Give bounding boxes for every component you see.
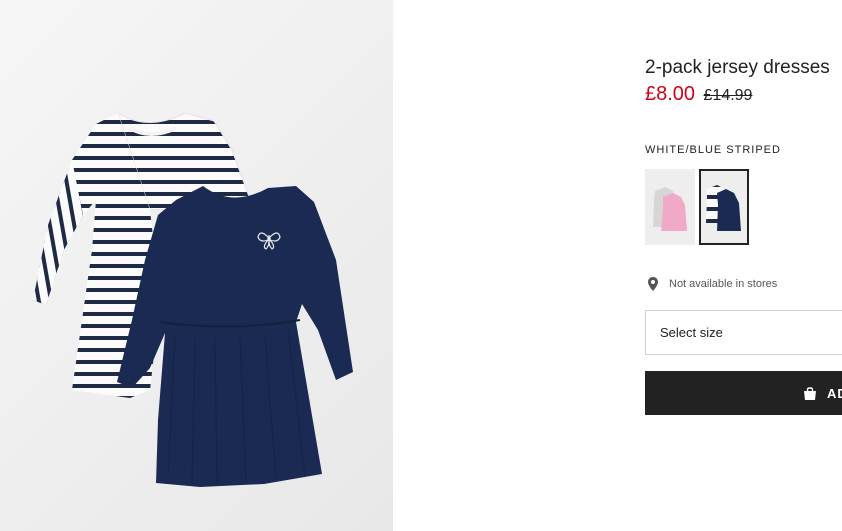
product-image bbox=[0, 0, 393, 531]
original-price: £14.99 bbox=[703, 87, 753, 104]
size-select-placeholder: Select size bbox=[660, 325, 723, 340]
shopping-bag-icon bbox=[804, 387, 816, 400]
color-name: WHITE/BLUE STRIPED bbox=[645, 144, 781, 156]
swatch-thumbnail-selected bbox=[701, 171, 747, 243]
color-swatch-white-blue-striped[interactable] bbox=[699, 169, 749, 245]
product-info-panel: 2-pack jersey dresses £8.00 £14.99 WHITE… bbox=[645, 0, 842, 531]
price-row: £8.00 £14.99 bbox=[645, 83, 752, 106]
color-swatch-grey-pink[interactable] bbox=[645, 169, 695, 245]
store-availability: Not available in stores bbox=[645, 276, 777, 292]
swatch-thumbnail bbox=[645, 169, 695, 245]
product-title: 2-pack jersey dresses bbox=[645, 57, 830, 78]
product-page: 2-pack jersey dresses £8.00 £14.99 WHITE… bbox=[0, 0, 842, 531]
dresses-illustration bbox=[33, 111, 353, 487]
size-select[interactable]: Select size bbox=[645, 310, 842, 355]
add-button-label: AD bbox=[827, 385, 842, 401]
location-pin-icon bbox=[648, 277, 658, 291]
sale-price: £8.00 bbox=[645, 83, 696, 105]
availability-text: Not available in stores bbox=[669, 278, 778, 290]
add-to-bag-button[interactable]: AD bbox=[645, 371, 842, 415]
